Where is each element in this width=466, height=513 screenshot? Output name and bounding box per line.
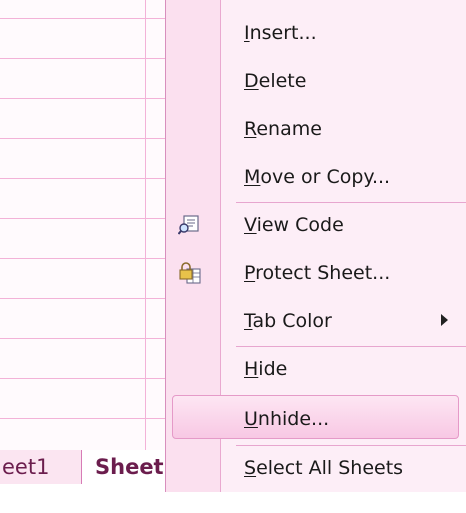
menu-item-hide[interactable]: Hide bbox=[166, 345, 466, 393]
view-code-icon bbox=[178, 215, 199, 235]
menu-item-delete[interactable]: Delete bbox=[166, 57, 466, 105]
menu-item-label: Select All Sheets bbox=[244, 457, 404, 479]
menu-item-label: Move or Copy... bbox=[244, 166, 391, 188]
menu-item-protect-sheet[interactable]: Protect Sheet... bbox=[166, 249, 466, 297]
sheet-tab-sheet1[interactable]: eet1 bbox=[0, 450, 82, 484]
menu-item-view-code[interactable]: View Code bbox=[166, 201, 466, 249]
sheet-tab-label: eet1 bbox=[2, 455, 50, 479]
menu-item-label: Hide bbox=[244, 358, 288, 380]
menu-item-tab-color[interactable]: Tab Color bbox=[166, 297, 466, 345]
submenu-arrow-icon bbox=[441, 314, 448, 326]
menu-item-label: Protect Sheet... bbox=[244, 262, 391, 284]
sheet-context-menu: Insert... Delete Rename Move or Copy... … bbox=[165, 0, 466, 492]
protect-sheet-icon bbox=[179, 262, 201, 284]
menu-item-unhide[interactable]: Unhide... bbox=[166, 395, 466, 443]
menu-item-label: Tab Color bbox=[244, 310, 332, 332]
menu-item-insert[interactable]: Insert... bbox=[166, 9, 466, 57]
menu-item-label: Rename bbox=[244, 118, 322, 140]
menu-item-label: Unhide... bbox=[244, 408, 330, 430]
menu-item-select-all-sheets[interactable]: Select All Sheets bbox=[166, 444, 466, 492]
menu-item-label: Delete bbox=[244, 70, 307, 92]
column-divider bbox=[145, 0, 146, 450]
menu-item-label: View Code bbox=[244, 214, 344, 236]
menu-item-rename[interactable]: Rename bbox=[166, 105, 466, 153]
menu-item-label: Insert... bbox=[244, 22, 317, 44]
menu-item-move-or-copy[interactable]: Move or Copy... bbox=[166, 153, 466, 201]
